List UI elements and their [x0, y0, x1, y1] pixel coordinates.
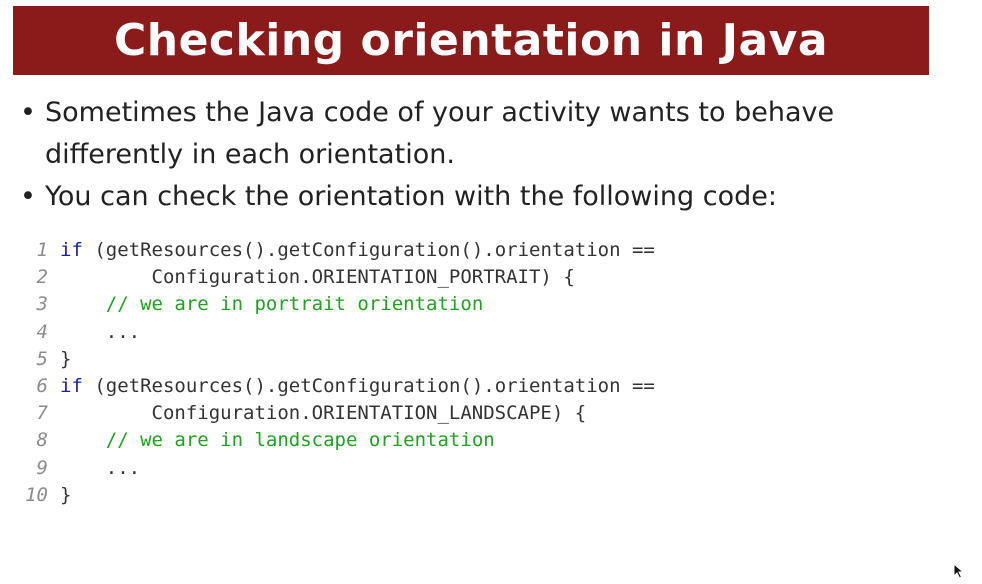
slide-title: Checking orientation in Java: [113, 15, 829, 66]
line-number: 6: [36, 374, 48, 397]
code-text: ...: [60, 455, 140, 482]
code-text: }: [60, 346, 71, 373]
code-plain: [60, 293, 106, 315]
code-plain: (getResources().getConfiguration().orien…: [82, 239, 655, 261]
bullet-text-line: differently in each orientation.: [45, 139, 455, 170]
slide: Checking orientation in Java • Sometimes…: [0, 0, 982, 584]
line-number: 1: [36, 239, 48, 261]
code-block: 1 if (getResources().getConfiguration().…: [20, 237, 920, 509]
bullet-dot: •: [20, 97, 36, 128]
code-text: // we are in portrait orientation: [60, 291, 484, 318]
line-number: 3: [36, 293, 48, 316]
code-line: 4 ...: [20, 319, 920, 346]
title-bar: Checking orientation in Java: [13, 6, 929, 75]
bullet-item: • You can check the orientation with the…: [20, 176, 920, 218]
code-keyword: if: [60, 239, 83, 261]
line-number: 2: [36, 266, 48, 289]
code-line: 7 Configuration.ORIENTATION_LANDSCAPE) {: [20, 400, 920, 427]
code-text: }: [60, 482, 71, 509]
code-text: ...: [60, 319, 140, 346]
code-line: 6 if (getResources().getConfiguration().…: [20, 373, 920, 400]
line-number: 9: [36, 456, 48, 479]
code-text: Configuration.ORIENTATION_LANDSCAPE) {: [60, 400, 587, 427]
code-plain: (getResources().getConfiguration().orien…: [82, 374, 655, 397]
bullet-list: • Sometimes the Java code of your activi…: [20, 92, 920, 218]
bullet-dot: •: [20, 181, 36, 212]
code-line: 2 Configuration.ORIENTATION_PORTRAIT) {: [20, 264, 920, 291]
bullet-text-line: You can check the orientation with the f…: [45, 181, 777, 212]
code-line: 5 }: [20, 346, 920, 373]
code-plain: Configuration.ORIENTATION_PORTRAIT) {: [60, 266, 575, 289]
code-text: if (getResources().getConfiguration().or…: [60, 237, 655, 264]
code-plain: Configuration.ORIENTATION_LANDSCAPE) {: [60, 402, 587, 425]
code-line: 10 }: [20, 482, 920, 509]
code-comment: // we are in portrait orientation: [105, 293, 484, 316]
code-line: 3 // we are in portrait orientation: [20, 291, 920, 318]
line-number: 5: [36, 347, 48, 370]
code-line: 8 // we are in landscape orientation: [20, 427, 920, 454]
code-plain: }: [60, 483, 72, 506]
line-number: 7: [36, 402, 48, 425]
code-comment: // we are in landscape orientation: [105, 429, 495, 452]
line-number: 8: [36, 429, 48, 452]
code-keyword: if: [60, 374, 83, 397]
code-line: 1 if (getResources().getConfiguration().…: [20, 237, 920, 264]
code-plain: }: [60, 347, 72, 370]
code-text: Configuration.ORIENTATION_PORTRAIT) {: [60, 264, 575, 291]
code-line: 9 ...: [20, 455, 920, 482]
bullet-item: • Sometimes the Java code of your activi…: [20, 92, 920, 176]
code-plain: ...: [60, 320, 141, 343]
code-text: if (getResources().getConfiguration().or…: [60, 373, 655, 400]
code-plain: [60, 429, 106, 451]
code-plain: ...: [60, 456, 141, 479]
line-number: 4: [36, 320, 48, 343]
code-text: // we are in landscape orientation: [60, 427, 495, 454]
bullet-text-line: Sometimes the Java code of your activity…: [45, 97, 835, 128]
line-number: 10: [25, 483, 48, 506]
